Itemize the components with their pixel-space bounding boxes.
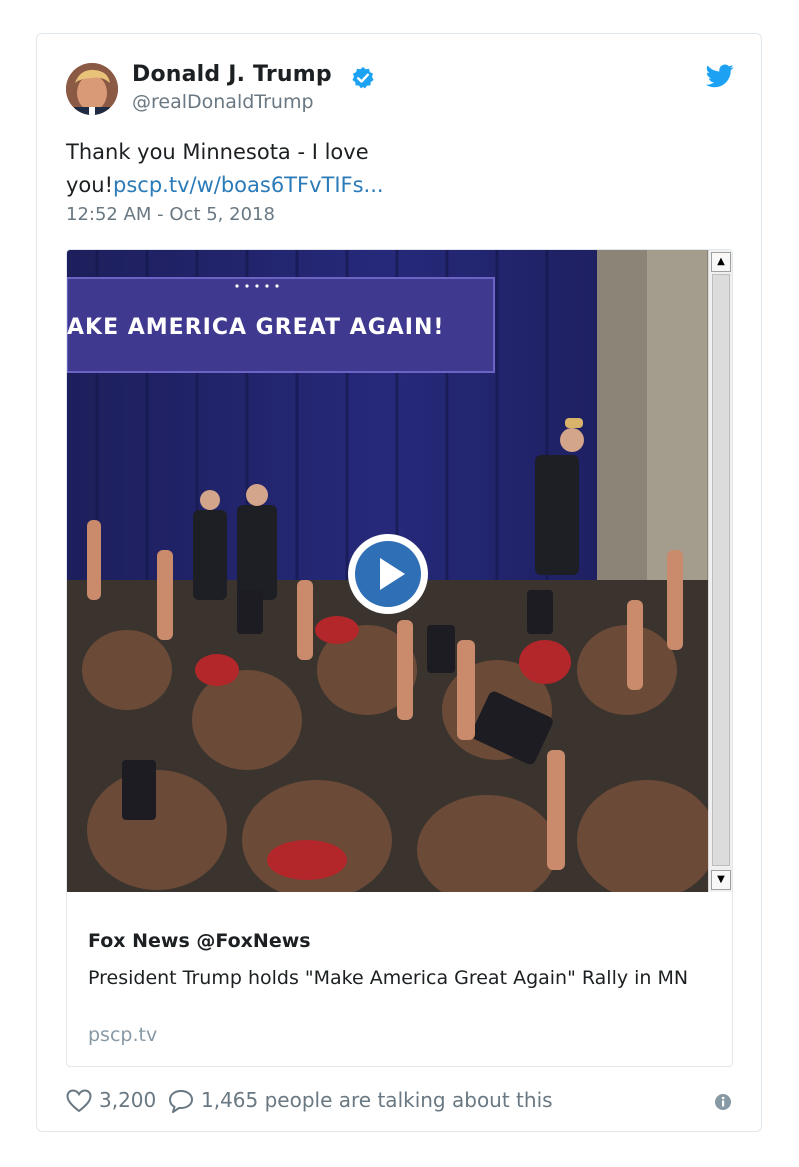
scroll-thumb[interactable] [712, 274, 730, 866]
banner-text: AKE AMERICA GREAT AGAIN! [67, 315, 444, 340]
video-preview[interactable]: AKE AMERICA GREAT AGAIN! [67, 250, 708, 892]
media-card[interactable]: AKE AMERICA GREAT AGAIN! ▲ ▼ Fox News @F… [66, 249, 733, 1067]
scroll-up-button[interactable]: ▲ [711, 252, 731, 272]
avatar-image [66, 63, 118, 115]
card-domain: pscp.tv [88, 1024, 158, 1046]
author-name[interactable]: Donald J. Trump [132, 62, 332, 87]
twitter-bird-icon[interactable] [706, 64, 734, 88]
info-icon[interactable] [714, 1093, 732, 1111]
video-scrollbar[interactable]: ▲ ▼ [708, 250, 732, 892]
tweet-timestamp[interactable]: 12:52 AM - Oct 5, 2018 [66, 204, 275, 225]
heart-icon[interactable] [66, 1089, 92, 1113]
tweet-card: Donald J. Trump @realDonaldTrump Thank y… [36, 33, 762, 1132]
card-description: President Trump holds "Make America Grea… [88, 967, 689, 989]
author-avatar[interactable] [66, 63, 118, 115]
speech-bubble-icon[interactable] [168, 1089, 194, 1113]
tweet-link[interactable]: pscp.tv/w/boas6TFvTIFs... [113, 173, 384, 197]
talking-count[interactable]: 1,465 people are talking about this [201, 1088, 553, 1112]
card-title[interactable]: Fox News @FoxNews [88, 930, 311, 952]
verified-badge-icon [352, 67, 374, 89]
like-count[interactable]: 3,200 [99, 1088, 156, 1112]
play-icon[interactable] [345, 531, 431, 617]
author-handle[interactable]: @realDonaldTrump [132, 91, 314, 113]
tweet-text: Thank you Minnesota - I love you!pscp.tv… [66, 136, 446, 202]
scroll-down-button[interactable]: ▼ [711, 870, 731, 890]
